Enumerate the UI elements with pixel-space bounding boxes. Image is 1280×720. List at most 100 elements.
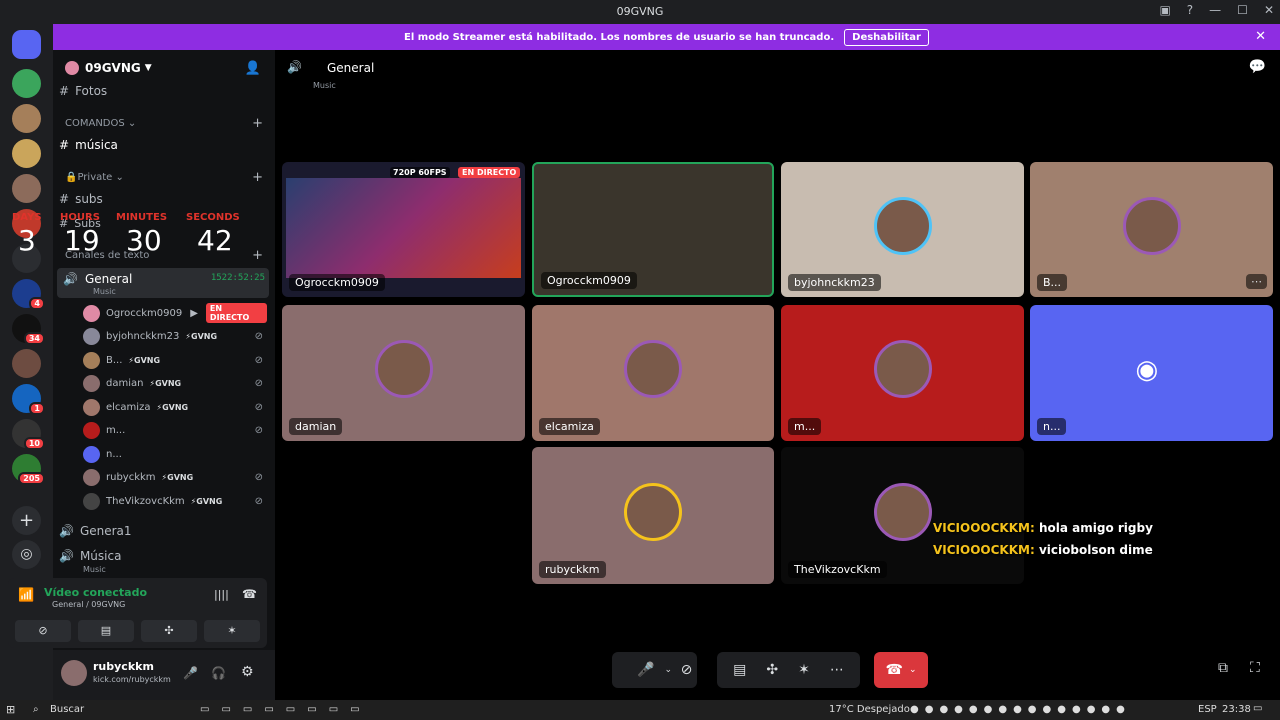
tray-icons[interactable]: ●●●●●●●●●●●●●●● (910, 704, 1131, 715)
stream-tile[interactable]: 720P 60FPS EN DIRECTO Ogrocckm0909 (282, 162, 525, 297)
banner-close-icon[interactable]: ✕ (1255, 29, 1266, 44)
server-icon[interactable]: 205 (12, 454, 45, 485)
add-channel-icon[interactable]: + (252, 170, 263, 185)
soundboard-button[interactable]: ✶ (204, 620, 260, 642)
settings-gear-icon[interactable]: ⚙ (241, 664, 254, 680)
minimize-icon[interactable]: — (1209, 3, 1221, 17)
microphone-icon[interactable]: 🎤 (637, 662, 654, 678)
add-channel-icon[interactable]: + (252, 248, 263, 263)
category-label: Private (77, 172, 113, 183)
muted-icon: ⊘ (254, 401, 263, 413)
invite-icon[interactable]: 👤 (245, 61, 261, 76)
avatar (374, 340, 433, 398)
server-icon[interactable]: 10 (12, 419, 45, 450)
video-tile[interactable]: TheVikzovcKkm (781, 447, 1024, 584)
add-channel-icon[interactable]: + (252, 116, 263, 131)
microphone-icon[interactable]: 🎤 (183, 666, 198, 680)
chat-icon[interactable]: 💬 (1249, 59, 1266, 75)
server-icon[interactable] (12, 104, 41, 133)
voice-channel-label: General (85, 272, 133, 286)
video-tile[interactable]: rubyckkm (532, 447, 774, 584)
voice-member[interactable]: byjohnckkm23 ⚡GVNG ⊘ (83, 326, 267, 348)
notification-icon[interactable]: ▭ (1253, 703, 1262, 714)
video-tile[interactable]: ◉ n... (1030, 305, 1273, 441)
share-screen-icon[interactable]: ▤ (733, 662, 746, 678)
discord-home-icon[interactable] (12, 30, 41, 59)
voice-channel-label: Música (79, 549, 122, 563)
voice-member[interactable]: Ogrocckm0909 ▶ EN DIRECTO (83, 302, 267, 324)
voice-member[interactable]: n... (83, 443, 267, 465)
camera-control[interactable]: ⊘ (661, 652, 712, 688)
channel-subs[interactable]: # subs (59, 192, 103, 206)
disconnect-icon[interactable]: ☎ (242, 587, 257, 601)
voice-member[interactable]: rubyckkm ⚡GVNG ⊘ (83, 467, 267, 489)
share-screen-button[interactable]: ▤ (78, 620, 134, 642)
language-indicator[interactable]: ESP (1198, 704, 1217, 715)
category-private[interactable]: 🔒Private ⌄ (65, 172, 124, 183)
explore-icon[interactable]: ◎ (12, 540, 41, 569)
hang-up-icon[interactable]: ☎ (886, 662, 903, 678)
more-icon[interactable]: ⋯ (830, 662, 844, 678)
category-comandos[interactable]: COMANDOS ⌄ (65, 118, 136, 129)
close-icon[interactable]: ✕ (1264, 3, 1274, 17)
server-icon[interactable]: 1 (12, 384, 45, 415)
participant-name: TheVikzovcKkm (788, 561, 887, 578)
server-icon[interactable] (12, 139, 41, 168)
taskbar-search-icon[interactable]: ⌕ (33, 704, 39, 715)
soundboard-icon[interactable]: ✶ (798, 662, 810, 678)
user-avatar[interactable] (61, 660, 87, 686)
voice-member[interactable]: damian ⚡GVNG ⊘ (83, 373, 267, 395)
voice-member[interactable]: TheVikzovcKkm ⚡GVNG ⊘ (83, 490, 267, 512)
popout-icon[interactable]: ⧉ (1218, 660, 1228, 676)
quality-badge: 720P 60FPS (390, 167, 450, 178)
clock[interactable]: 23:38 (1222, 704, 1251, 715)
leave-call-button[interactable]: ☎ ⌄ (874, 652, 928, 688)
video-tile[interactable]: byjohnckkm23 (781, 162, 1024, 297)
voice-channel-musica[interactable]: 🔊 Música (59, 549, 121, 563)
server-icon[interactable] (12, 349, 41, 378)
video-tile[interactable]: Ogrocckm0909 (532, 162, 774, 297)
voice-channel-genera1[interactable]: 🔊 Genera1 (59, 524, 132, 538)
activities-icon[interactable]: ✣ (766, 662, 778, 678)
taskbar-search[interactable]: Buscar (50, 704, 84, 715)
noise-suppression-icon[interactable]: |||| (214, 588, 229, 601)
voice-member[interactable]: elcamiza ⚡GVNG ⊘ (83, 396, 267, 418)
fullscreen-icon[interactable]: ⛶ (1250, 660, 1260, 676)
server-icon[interactable] (12, 69, 41, 98)
screen-share-icon[interactable]: ▣ (1159, 3, 1170, 17)
video-tile[interactable]: damian (282, 305, 525, 441)
weather[interactable]: 17°C Despejado (829, 704, 910, 715)
voice-member[interactable]: B... ⚡GVNG ⊘ (83, 349, 267, 371)
taskbar-apps[interactable]: ▭▭▭▭▭▭▭▭ (200, 704, 372, 715)
maximize-icon[interactable]: ☐ (1237, 3, 1248, 17)
member-name: elcamiza (106, 401, 151, 413)
video-tile[interactable]: m... (781, 305, 1024, 441)
muted-icon: ⊘ (254, 331, 263, 342)
user-name[interactable]: rubyckkm (93, 660, 154, 673)
camera-off-icon[interactable]: ⊘ (681, 662, 693, 678)
voice-channel-general[interactable]: 🔊 General Music 1522:52:25 (57, 268, 269, 298)
voice-member[interactable]: m... ⊘ (83, 420, 267, 442)
server-icon[interactable]: 4 (12, 279, 45, 310)
server-icon[interactable] (12, 174, 41, 203)
video-tile[interactable]: B... ⋯ (1030, 162, 1273, 297)
channel-fotos[interactable]: # Fotos (59, 84, 107, 98)
more-options-icon[interactable]: ⋯ (1246, 274, 1267, 289)
voice-location[interactable]: General / 09GVNG (52, 600, 125, 609)
help-icon[interactable]: ? (1187, 3, 1193, 17)
avatar (873, 482, 932, 541)
server-header[interactable]: 09GVNG ▼ 👤 (53, 50, 275, 86)
activities-button[interactable]: ✣ (141, 620, 197, 642)
disable-streamer-button[interactable]: Deshabilitar (844, 28, 929, 46)
headphones-icon[interactable]: 🎧 (211, 666, 226, 680)
add-server-icon[interactable]: + (12, 506, 41, 535)
video-tile[interactable]: elcamiza (532, 305, 774, 441)
toggle-video-button[interactable]: ⊘ (15, 620, 71, 642)
hours-label: HOURS (60, 212, 100, 223)
channel-musica[interactable]: # música (59, 138, 118, 152)
chevron-down-icon[interactable]: ⌄ (909, 665, 917, 675)
server-icon[interactable]: 34 (12, 314, 45, 345)
windows-start-icon[interactable]: ⊞ (6, 703, 15, 716)
avatar (83, 398, 100, 416)
signal-icon[interactable]: 📶 (18, 588, 34, 603)
